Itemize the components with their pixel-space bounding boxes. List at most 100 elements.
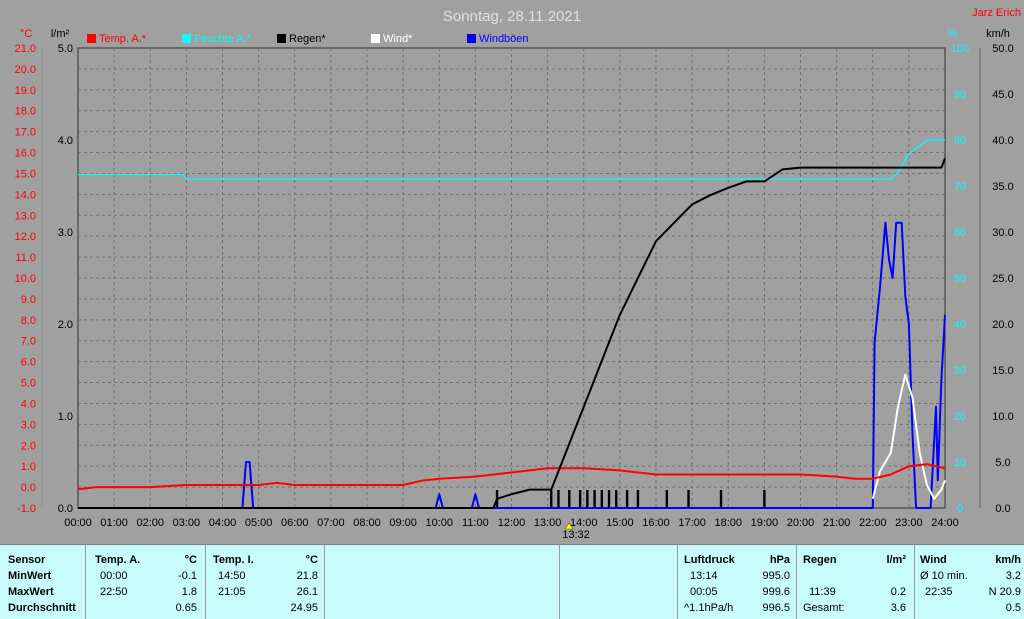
x-tick-label: 10:00 — [425, 517, 453, 529]
temp-tick-label: 2.0 — [21, 440, 36, 452]
hum-tick-label: 50 — [954, 273, 966, 285]
hum-tick-label: 40 — [954, 319, 966, 331]
x-tick-label: 18:00 — [714, 517, 742, 529]
x-tick-label: 17:00 — [678, 517, 706, 529]
header-rain: Regen — [803, 554, 837, 566]
hum-tick-label: 70 — [954, 181, 966, 193]
legend-swatch — [277, 34, 286, 43]
rain-event-bar — [600, 490, 604, 508]
pressure-min-val: 995.0 — [762, 570, 790, 582]
rain-max-val: 0.2 — [890, 586, 906, 598]
x-tick-label: 24:00 — [931, 517, 959, 529]
wind-tick-label: 30.0 — [992, 227, 1013, 239]
hum-tick-label: 30 — [954, 365, 966, 377]
header-temp-i: Temp. I. — [213, 554, 254, 566]
unit-temp-a: °C — [184, 554, 197, 566]
temp-tick-label: 21.0 — [15, 43, 36, 55]
x-tick-label: 02:00 — [136, 517, 164, 529]
wind-tick-label: 15.0 — [992, 365, 1013, 377]
wind-tick-label: 10.0 — [992, 411, 1013, 423]
rain-event-bar — [625, 490, 629, 508]
wind-min-label: Ø 10 min. — [920, 570, 968, 582]
rain-event-bar — [615, 490, 618, 508]
rain-max-time: 11:39 — [809, 586, 836, 598]
hum-tick-label: 0 — [957, 503, 963, 515]
x-tick-label: 14:00 — [570, 517, 598, 529]
hum-tick-label: 10 — [954, 457, 966, 469]
rain-total-label: Gesamt: — [803, 602, 845, 614]
pressure-trend: ^1.1hPa/h — [684, 602, 734, 614]
x-tick-label: 23:00 — [895, 517, 923, 529]
rain-tick-label: 3.0 — [58, 227, 73, 239]
wind-tick-label: 45.0 — [992, 89, 1013, 101]
temp-a-min-time: 00:00 — [100, 570, 128, 582]
rain-tick-label: 0.0 — [58, 503, 73, 515]
temp-tick-label: 8.0 — [21, 315, 36, 327]
legend-label: Wind* — [383, 33, 413, 45]
rain-total: 3.6 — [890, 602, 906, 614]
legend-label: Feuchte A.* — [194, 33, 252, 45]
x-tick-label: 11:00 — [462, 517, 489, 529]
rain-event-bar — [568, 490, 571, 508]
rain-event-bar — [607, 490, 611, 508]
wind-axis-unit: km/h — [986, 28, 1010, 40]
col-empty-2 — [560, 545, 678, 619]
temp-tick-label: 12.0 — [15, 231, 36, 243]
temp-tick-label: 5.0 — [21, 378, 36, 390]
temp-tick-label: 20.0 — [15, 64, 36, 76]
rain-event-bar — [719, 490, 723, 508]
hum-tick-label: 80 — [954, 135, 966, 147]
temp-tick-label: 6.0 — [21, 357, 36, 369]
pressure-avg: 996.5 — [762, 602, 790, 614]
temp-tick-label: 14.0 — [15, 189, 36, 201]
unit-wind: km/h — [995, 554, 1021, 566]
unit-temp-i: °C — [305, 554, 318, 566]
rain-tick-label: 2.0 — [58, 319, 73, 331]
header-temp-a: Temp. A. — [95, 554, 141, 566]
rain-event-bar — [550, 490, 553, 508]
temp-i-min-time: 14:50 — [218, 570, 246, 582]
x-tick-label: 07:00 — [317, 517, 345, 529]
rain-event-bar — [636, 490, 640, 508]
temp-tick-label: 18.0 — [15, 106, 36, 118]
rain-axis-unit: l/m² — [51, 28, 70, 40]
x-tick-label: 05:00 — [245, 517, 273, 529]
rain-event-bar — [557, 490, 560, 508]
legend-swatch — [87, 34, 96, 43]
temp-tick-label: 1.0 — [21, 461, 36, 473]
temp-a-max-val: 1.8 — [181, 586, 197, 598]
x-tick-label: 09:00 — [389, 517, 417, 529]
pressure-min-time: 13:14 — [690, 570, 718, 582]
x-tick-label: 13:00 — [534, 517, 562, 529]
rain-tick-label: 1.0 — [58, 411, 73, 423]
wind-max-time: 22:35 — [925, 586, 953, 598]
header-wind: Wind — [920, 554, 947, 566]
legend-label: Regen* — [289, 33, 326, 45]
temp-a-avg: 0.65 — [175, 602, 197, 614]
rain-event-bar — [665, 490, 669, 508]
rain-tick-label: 4.0 — [58, 135, 73, 147]
rain-tick-label: 5.0 — [58, 43, 73, 55]
hum-axis-unit: % — [947, 28, 957, 40]
legend-label: Windböen — [479, 33, 529, 45]
temp-tick-label: 11.0 — [15, 252, 36, 264]
wind-tick-label: 35.0 — [992, 181, 1013, 193]
x-tick-label: 01:00 — [100, 517, 128, 529]
wind-tick-label: 25.0 — [992, 273, 1013, 285]
legend-swatch — [371, 34, 380, 43]
hum-tick-label: 20 — [954, 411, 966, 423]
x-tick-label: 21:00 — [823, 517, 851, 529]
rain-event-bar — [763, 490, 766, 508]
x-tick-label: 06:00 — [281, 517, 309, 529]
wind-tick-label: 5.0 — [995, 457, 1010, 469]
weather-chart: 00:00 01:00 02:00 03:00 04:00 05:00 06:00 07:00… — [0, 0, 1024, 544]
x-tick-label: 12:00 — [498, 517, 526, 529]
author-label: Jarz Erich — [972, 7, 1021, 19]
hum-tick-label: 90 — [954, 89, 966, 101]
legend-label: Temp. A.* — [99, 33, 147, 45]
x-tick-label: 00:00 — [64, 517, 92, 529]
legend-swatch — [182, 34, 191, 43]
temp-i-max-val: 26.1 — [296, 586, 318, 598]
col-temp-i: Temp. I. °C 14:50 21.8 21:05 26.1 24.95 — [206, 545, 325, 619]
temp-tick-label: -1.0 — [17, 503, 36, 515]
